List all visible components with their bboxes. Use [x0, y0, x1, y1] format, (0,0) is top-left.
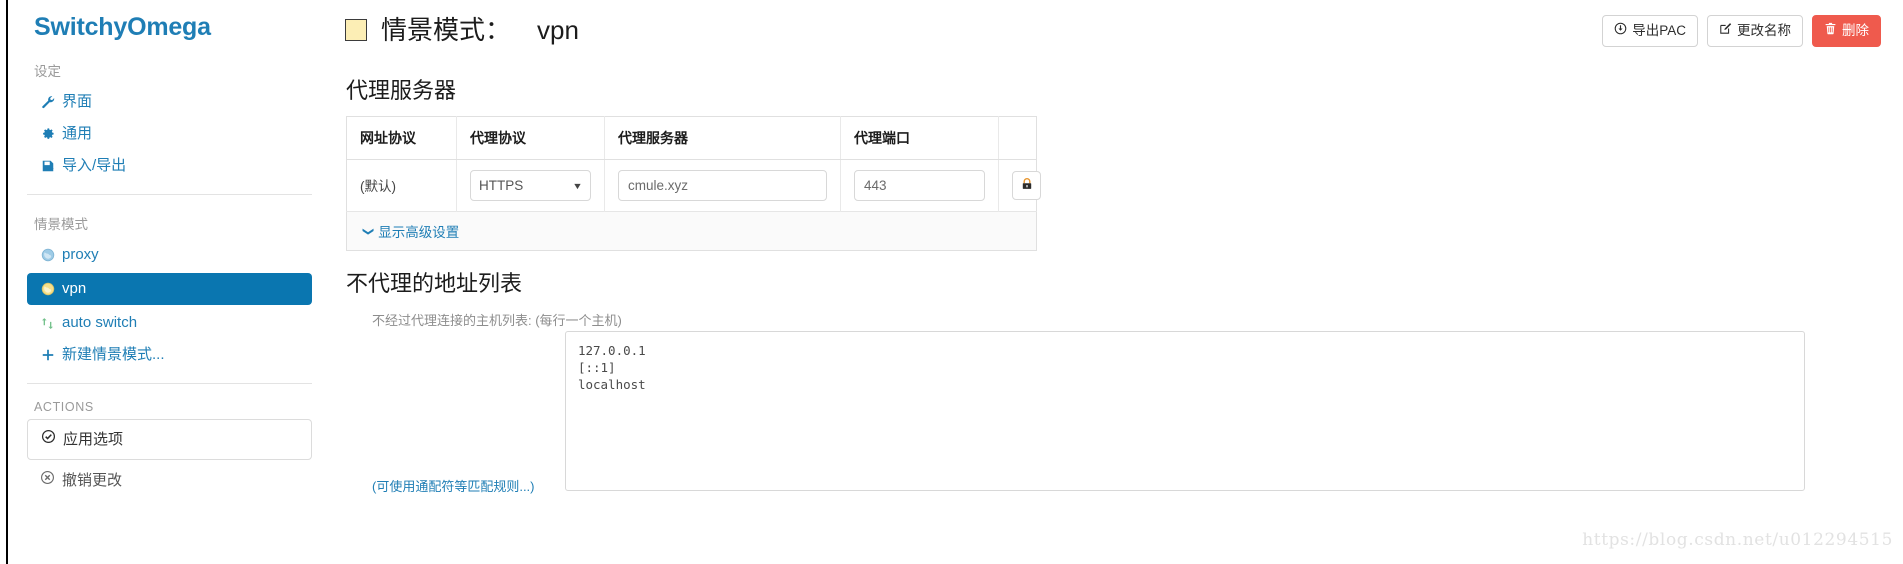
sidebar-item-label: 导入/导出	[62, 157, 127, 175]
check-circle-icon	[41, 429, 56, 450]
download-circle-icon	[1614, 22, 1627, 40]
show-advanced-settings-link[interactable]: ❮ 显示高级设置	[362, 221, 460, 241]
sidebar-item-label: 通用	[62, 125, 93, 143]
rename-profile-label: 更改名称	[1737, 23, 1791, 38]
x-circle-icon	[40, 470, 55, 491]
top-bar: 情景模式： vpn 导出PAC 更改名称 删除	[345, 0, 1903, 62]
globe-icon	[40, 282, 55, 297]
plus-icon	[40, 348, 55, 363]
delete-profile-label: 删除	[1842, 23, 1869, 38]
delete-profile-button[interactable]: 删除	[1812, 15, 1881, 47]
switch-icon	[40, 316, 55, 331]
column-header-actions	[998, 116, 1037, 160]
bypass-list-title: 不代理的地址列表	[346, 271, 523, 296]
page-title-profile-name: vpn	[537, 15, 579, 45]
table-row: (默认) HTTPS ▼	[346, 159, 1041, 212]
save-icon	[40, 159, 55, 174]
protocol-select-value: HTTPS	[479, 178, 524, 193]
show-advanced-settings-label: 显示高级设置	[378, 225, 460, 240]
proxy-servers-table: 网址协议 代理协议 代理服务器 代理端口 (默认) HTTPS ▼ cmule.…	[346, 116, 1041, 251]
column-header-scheme: 网址协议	[346, 116, 457, 160]
page-title-prefix: 情景模式：	[381, 15, 512, 45]
sidebar-item-new-profile[interactable]: 新建情景模式...	[8, 339, 331, 371]
cell-port	[840, 159, 999, 212]
sidebar-settings-list: 界面 通用 导入/导出	[8, 86, 331, 182]
profile-color-swatch	[345, 19, 367, 41]
sidebar: SwitchyOmega 设定 界面 通用 导入/导出 情景模式 proxy v…	[6, 0, 331, 564]
sidebar-item-label: proxy	[62, 246, 99, 264]
rename-profile-button[interactable]: 更改名称	[1707, 15, 1803, 47]
trash-icon	[1824, 22, 1837, 40]
sidebar-item-vpn[interactable]: vpn	[27, 273, 312, 306]
sidebar-item-general[interactable]: 通用	[8, 118, 331, 150]
bypass-list-textarea[interactable]: 127.0.0.1 [::1] localhost	[564, 331, 1805, 491]
column-header-protocol: 代理协议	[456, 116, 605, 160]
revert-changes-label: 撤销更改	[62, 471, 123, 489]
sidebar-item-interface[interactable]: 界面	[8, 86, 331, 118]
apply-options-button[interactable]: 应用选项	[27, 419, 312, 461]
proxy-servers-title: 代理服务器	[346, 78, 457, 103]
lock-button[interactable]	[1012, 171, 1041, 200]
sidebar-section-profiles-header: 情景模式	[34, 217, 88, 233]
gear-icon	[40, 127, 55, 142]
proxy-table-body: (默认) HTTPS ▼ cmule.xyz 443 ❮ 显示高级设置	[346, 159, 1041, 251]
column-header-port: 代理端口	[840, 116, 999, 160]
top-bar-actions: 导出PAC 更改名称 删除	[1602, 13, 1881, 47]
wrench-icon	[40, 95, 55, 110]
sidebar-item-label: auto switch	[62, 314, 138, 332]
scheme-value: (默认)	[360, 179, 396, 194]
options-page: SwitchyOmega 设定 界面 通用 导入/导出 情景模式 proxy v…	[0, 0, 1903, 564]
sidebar-section-settings-header: 设定	[34, 64, 61, 79]
cell-protocol: HTTPS ▼	[456, 159, 605, 212]
sidebar-item-auto-switch[interactable]: auto switch	[8, 307, 331, 339]
edit-icon	[1719, 22, 1732, 40]
sidebar-section-actions-header: ACTIONS	[34, 400, 94, 415]
sidebar-profiles-list: proxy vpn auto switch 新建情景模式...	[8, 239, 331, 371]
protocol-select[interactable]: HTTPS ▼	[470, 170, 591, 201]
proxy-table-header-row: 网址协议 代理协议 代理服务器 代理端口	[346, 116, 1037, 160]
proxy-server-input[interactable]	[618, 170, 827, 201]
cell-server	[604, 159, 841, 212]
globe-icon	[40, 248, 55, 263]
content-area: 代理服务器 网址协议 代理协议 代理服务器 代理端口 (默认) HTTPS ▼ …	[345, 76, 1903, 505]
column-header-server: 代理服务器	[604, 116, 841, 160]
wildcard-help-link[interactable]: (可使用通配符等匹配规则...)	[346, 467, 535, 505]
sidebar-item-proxy[interactable]: proxy	[8, 239, 331, 271]
sidebar-item-label: 新建情景模式...	[62, 346, 165, 364]
advanced-settings-row: ❮ 显示高级设置	[346, 211, 1037, 251]
chevron-down-icon: ▼	[572, 180, 583, 191]
export-pac-label: 导出PAC	[1632, 23, 1686, 38]
sidebar-item-import-export[interactable]: 导入/导出	[8, 150, 331, 182]
main-content: 情景模式： vpn 导出PAC 更改名称 删除 代理服务器 网址协议 代理协议 …	[345, 0, 1903, 564]
proxy-port-input[interactable]	[854, 170, 985, 201]
cell-lock	[998, 159, 1041, 212]
brand-logo: SwitchyOmega	[34, 13, 211, 41]
page-title: 情景模式： vpn	[345, 13, 1602, 47]
revert-changes-button[interactable]: 撤销更改	[8, 460, 331, 491]
apply-options-label: 应用选项	[63, 430, 124, 448]
proxy-table-head: 网址协议 代理协议 代理服务器 代理端口	[346, 116, 1037, 160]
sidebar-item-label: 界面	[62, 93, 93, 111]
sidebar-item-label: vpn	[62, 280, 87, 298]
lock-icon	[1020, 177, 1034, 194]
export-pac-button[interactable]: 导出PAC	[1602, 15, 1698, 47]
bypass-list-description: 不经过代理连接的主机列表: (每行一个主机)	[372, 313, 622, 328]
cell-scheme: (默认)	[346, 159, 457, 212]
chevron-down-icon: ❮	[362, 226, 375, 236]
cell-advanced: ❮ 显示高级设置	[346, 211, 1037, 251]
